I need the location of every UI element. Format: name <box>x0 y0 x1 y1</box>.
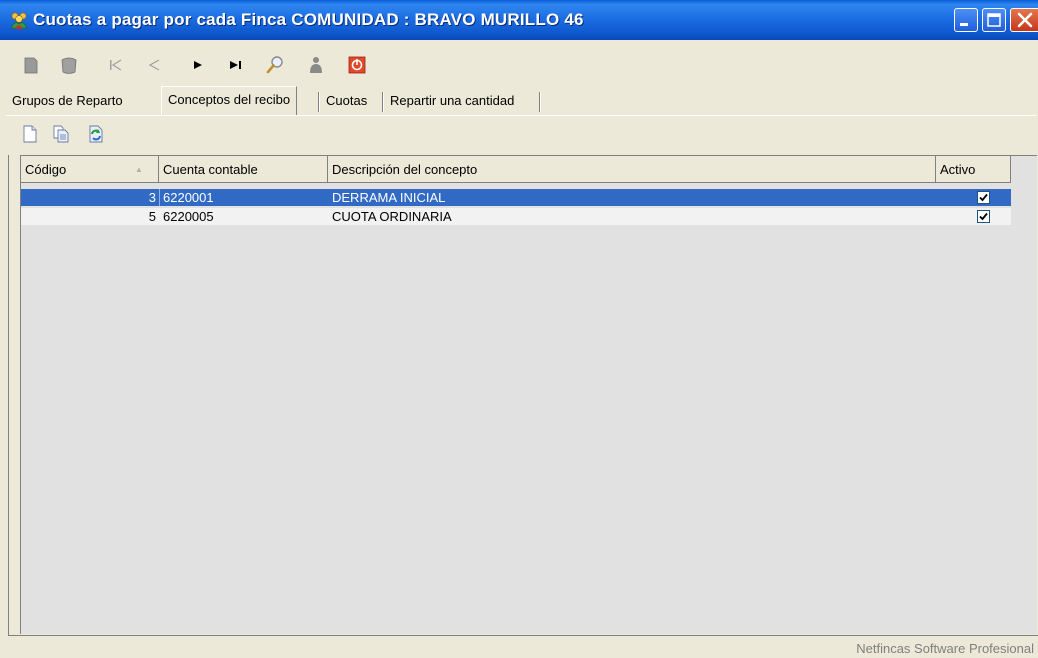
column-header-label: Cuenta contable <box>163 162 258 177</box>
close-button[interactable] <box>1010 8 1038 32</box>
title-bar[interactable]: Cuotas a pagar por cada Finca COMUNIDAD … <box>0 0 1038 40</box>
column-header-codigo[interactable]: Código ▲ <box>21 156 159 183</box>
tab-label: Grupos de Reparto <box>12 93 123 108</box>
copy-icon[interactable] <box>51 124 71 144</box>
tab-label: Cuotas <box>326 93 368 108</box>
tab-conceptos-del-recibo[interactable]: Conceptos del recibo <box>161 86 298 115</box>
search-icon[interactable] <box>264 54 286 76</box>
column-header-activo[interactable]: Activo <box>936 156 1011 183</box>
users-icon[interactable] <box>305 54 327 76</box>
cell-descripcion[interactable]: DERRAMA INICIAL <box>328 189 936 206</box>
refresh-icon[interactable] <box>86 124 106 144</box>
column-header-label: Activo <box>940 162 976 177</box>
checkmark-icon <box>979 193 988 202</box>
tab-baseline <box>6 115 1036 116</box>
next-record-icon[interactable] <box>187 54 209 76</box>
status-bar-border <box>8 635 1038 636</box>
tab-label: Repartir una cantidad <box>390 93 515 108</box>
status-text: Netfincas Software Profesional <box>856 641 1034 656</box>
table-row[interactable]: 3 6220001 DERRAMA INICIAL <box>21 189 1011 206</box>
first-record-icon[interactable] <box>105 54 127 76</box>
edit-icon[interactable] <box>58 54 80 76</box>
window-title: Cuotas a pagar por cada Finca COMUNIDAD … <box>33 10 584 29</box>
minimize-icon <box>960 23 968 26</box>
cell-codigo[interactable]: 5 <box>21 208 159 225</box>
tab-grupos-de-reparto[interactable]: Grupos de Reparto <box>6 88 129 114</box>
tab-separator <box>318 92 319 112</box>
cell-cuenta[interactable]: 6220005 <box>159 208 328 225</box>
maximize-button[interactable] <box>982 8 1006 32</box>
close-icon <box>1017 12 1033 28</box>
active-checkbox[interactable] <box>977 210 990 223</box>
minimize-button[interactable] <box>954 8 978 32</box>
cell-cuenta[interactable]: 6220001 <box>159 189 328 206</box>
cell-descripcion[interactable]: CUOTA ORDINARIA <box>328 208 936 225</box>
tab-separator <box>539 92 540 112</box>
checkmark-icon <box>979 212 988 221</box>
new-doc-icon[interactable] <box>20 54 42 76</box>
panel-border <box>8 155 9 635</box>
app-window: Cuotas a pagar por cada Finca COMUNIDAD … <box>0 0 1038 658</box>
people-app-icon <box>10 12 28 29</box>
previous-record-icon[interactable] <box>143 54 165 76</box>
cell-codigo[interactable]: 3 <box>21 189 159 206</box>
tab-label: Conceptos del recibo <box>168 92 291 107</box>
conceptos-grid[interactable]: Código ▲ Cuenta contable Descripción del… <box>20 155 1037 634</box>
column-header-cuenta-contable[interactable]: Cuenta contable <box>159 156 328 183</box>
last-record-icon[interactable] <box>225 54 247 76</box>
table-row[interactable]: 5 6220005 CUOTA ORDINARIA <box>21 208 1011 225</box>
tab-separator <box>382 92 383 112</box>
maximize-icon <box>987 13 1001 27</box>
column-header-label: Descripción del concepto <box>332 162 478 177</box>
new-icon[interactable] <box>20 124 40 144</box>
sort-ascending-icon: ▲ <box>135 165 143 174</box>
column-header-label: Código <box>25 162 67 177</box>
column-header-descripcion[interactable]: Descripción del concepto <box>328 156 936 183</box>
tab-repartir-una-cantidad[interactable]: Repartir una cantidad <box>384 88 520 114</box>
active-checkbox[interactable] <box>977 191 990 204</box>
exit-icon[interactable] <box>346 54 368 76</box>
tab-cuotas[interactable]: Cuotas <box>320 88 373 114</box>
